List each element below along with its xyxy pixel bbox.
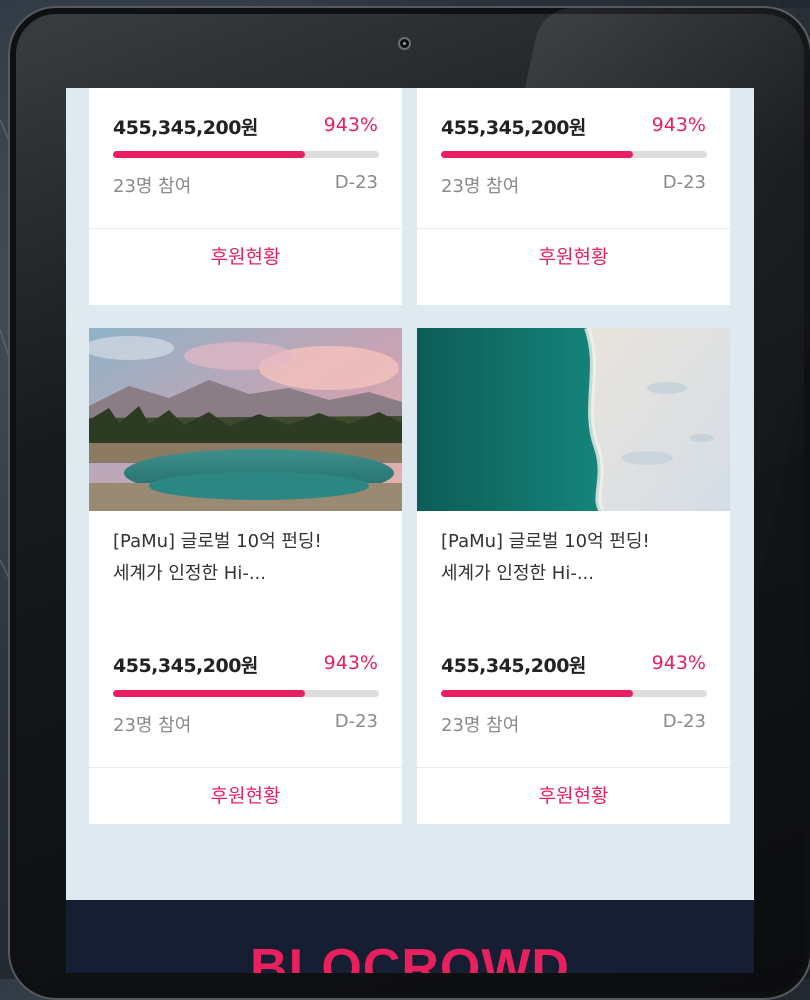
tablet-screen: 455,345,200원 943% 23명 참여 D-23 후원현황 455,3… [66, 88, 754, 973]
participants-count: 23명 참여 [113, 176, 192, 197]
funding-progress-bar [441, 690, 707, 697]
participants-count: 23명 참여 [113, 715, 192, 736]
funding-progress-bar [113, 690, 379, 697]
support-status-button[interactable]: 후원현황 [417, 229, 730, 285]
participants-count: 23명 참여 [441, 176, 520, 197]
support-status-button[interactable]: 후원현황 [89, 229, 402, 285]
funding-amount: 455,345,200원 [113, 117, 258, 139]
days-remaining: D-23 [334, 711, 378, 732]
funding-progress-bar [441, 151, 707, 158]
funding-title-line: [PaMu] 글로벌 10억 펀딩! [113, 531, 322, 552]
blocrowd-logo[interactable]: BLOCROWD [66, 938, 754, 973]
funding-progress-fill [113, 690, 305, 697]
funding-card[interactable]: 455,345,200원 943% 23명 참여 D-23 후원현황 [89, 88, 402, 305]
funding-title[interactable]: [PaMu] 글로벌 10억 펀딩! 세계가 인정한 Hi-... [113, 526, 383, 590]
funding-progress-fill [441, 690, 633, 697]
funding-card[interactable]: 455,345,200원 943% 23명 참여 D-23 후원현황 [417, 88, 730, 305]
funding-progress-bar [113, 151, 379, 158]
funding-title-line: 세계가 인정한 Hi-... [441, 563, 594, 584]
funding-amount: 455,345,200원 [113, 655, 258, 677]
funding-title[interactable]: [PaMu] 글로벌 10억 펀딩! 세계가 인정한 Hi-... [441, 526, 711, 590]
support-status-button[interactable]: 후원현황 [89, 768, 402, 824]
funding-card[interactable]: [PaMu] 글로벌 10억 펀딩! 세계가 인정한 Hi-... 455,34… [417, 328, 730, 824]
funding-percent: 943% [651, 652, 706, 674]
funding-progress-fill [441, 151, 633, 158]
days-remaining: D-23 [334, 172, 378, 193]
funding-title-line: [PaMu] 글로벌 10억 펀딩! [441, 531, 650, 552]
funding-amount: 455,345,200원 [441, 117, 586, 139]
participants-count: 23명 참여 [441, 715, 520, 736]
site-footer: BLOCROWD [66, 900, 754, 973]
days-remaining: D-23 [662, 172, 706, 193]
funding-card[interactable]: [PaMu] 글로벌 10억 펀딩! 세계가 인정한 Hi-... 455,34… [89, 328, 402, 824]
funding-percent: 943% [651, 114, 706, 136]
funding-percent: 943% [323, 114, 378, 136]
front-camera-icon [398, 37, 411, 50]
support-status-button[interactable]: 후원현황 [417, 768, 730, 824]
funding-amount: 455,345,200원 [441, 655, 586, 677]
mountain-lake-image[interactable] [89, 328, 402, 511]
funding-title-line: 세계가 인정한 Hi-... [113, 563, 266, 584]
aerial-beach-image[interactable] [417, 328, 730, 511]
days-remaining: D-23 [662, 711, 706, 732]
funding-progress-fill [113, 151, 305, 158]
funding-percent: 943% [323, 652, 378, 674]
